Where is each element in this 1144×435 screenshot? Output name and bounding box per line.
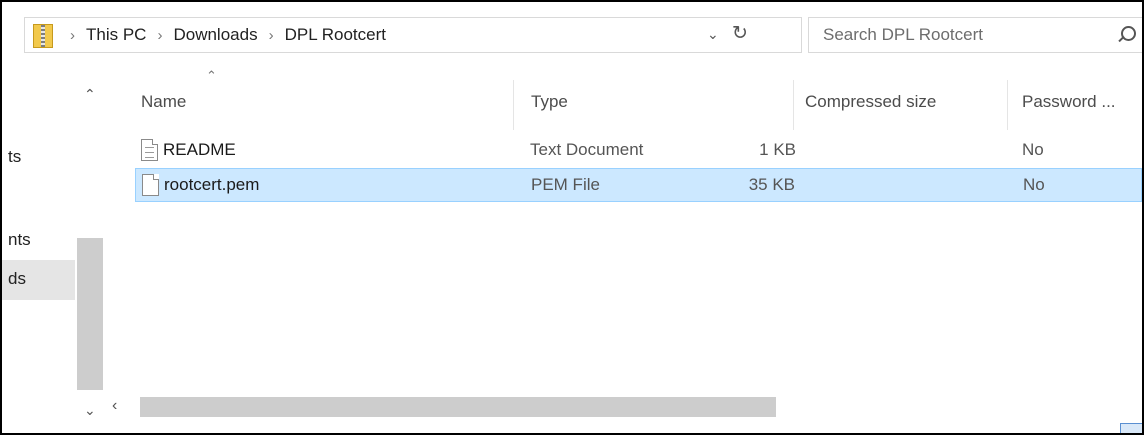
search-input[interactable]: [809, 18, 1099, 52]
search-box: [808, 17, 1142, 53]
breadcrumb-dpl-rootcert[interactable]: DPL Rootcert: [285, 25, 386, 44]
file-size: 1 KB: [759, 140, 796, 159]
breadcrumb-this-pc[interactable]: This PC: [86, 25, 146, 44]
zip-folder-icon: [33, 24, 53, 48]
file-password: No: [1023, 175, 1045, 194]
chevron-right-icon: ›: [157, 27, 163, 44]
address-bar[interactable]: › This PC › Downloads › DPL Rootcert ⌄ ↻: [24, 17, 802, 53]
nav-item-downloads[interactable]: ds: [8, 269, 26, 289]
nav-item-contents[interactable]: nts: [8, 230, 31, 250]
column-divider[interactable]: [513, 80, 514, 130]
nav-item-documents[interactable]: ts: [8, 147, 21, 167]
sort-ascending-icon: ⌃: [206, 68, 217, 83]
scroll-down-icon[interactable]: ⌄: [84, 402, 96, 419]
search-icon[interactable]: [1121, 26, 1136, 41]
file-icon: [142, 174, 159, 196]
file-list: Name ⌃ Type Compressed size Password ...…: [103, 62, 1142, 433]
file-type: Text Document: [530, 140, 644, 159]
file-password: No: [1022, 140, 1044, 159]
chevron-right-icon: ›: [268, 27, 274, 44]
vertical-scrollbar[interactable]: ⌃ ⌄: [77, 62, 103, 433]
text-document-icon: [141, 139, 158, 161]
address-bar-row: › This PC › Downloads › DPL Rootcert ⌄ ↻: [2, 2, 1142, 62]
file-name: README: [163, 140, 236, 159]
file-size: 35 KB: [748, 175, 795, 194]
navigation-pane: ts nts ds: [2, 62, 77, 433]
chevron-right-icon: ›: [70, 27, 75, 44]
horizontal-scrollbar[interactable]: ‹: [103, 395, 1142, 421]
view-toggle-button[interactable]: [1120, 423, 1142, 433]
scrollbar-thumb[interactable]: [77, 238, 103, 390]
breadcrumb: › This PC › Downloads › DPL Rootcert: [59, 25, 386, 45]
chevron-down-icon[interactable]: ⌄: [707, 26, 719, 43]
file-explorer-window: › This PC › Downloads › DPL Rootcert ⌄ ↻ ts n…: [0, 0, 1144, 435]
column-divider[interactable]: [793, 80, 794, 130]
column-header-compressed-size[interactable]: Compressed size: [805, 92, 936, 112]
breadcrumb-downloads[interactable]: Downloads: [173, 25, 257, 44]
column-header-type[interactable]: Type: [531, 92, 568, 112]
file-type: PEM File: [531, 175, 600, 194]
scroll-left-icon[interactable]: ‹: [112, 397, 117, 415]
column-header-name[interactable]: Name: [141, 92, 186, 112]
scrollbar-thumb[interactable]: [140, 397, 776, 417]
file-row-readme[interactable]: README Text Document 1 KB No: [135, 134, 1142, 168]
column-header-password[interactable]: Password ...: [1022, 92, 1116, 112]
file-name: rootcert.pem: [164, 175, 260, 194]
file-row-rootcert[interactable]: rootcert.pem PEM File 35 KB No: [135, 168, 1142, 202]
scroll-up-icon[interactable]: ⌃: [84, 86, 96, 103]
refresh-icon[interactable]: ↻: [732, 22, 748, 45]
column-divider[interactable]: [1007, 80, 1008, 130]
